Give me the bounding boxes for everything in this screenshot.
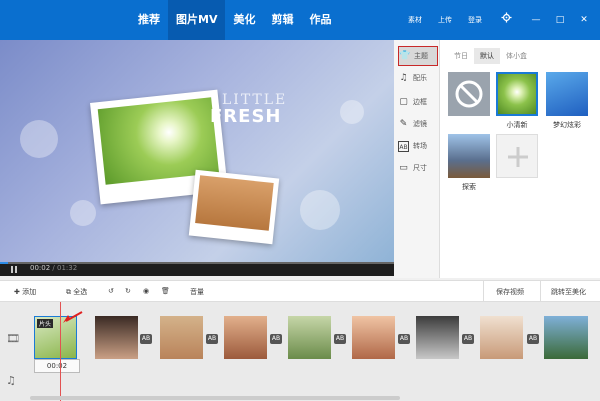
volume-button[interactable]: 音量 (190, 287, 204, 297)
total-time: / 01:32 (52, 264, 78, 272)
bokeh-light (20, 120, 58, 158)
clip-photo[interactable] (544, 316, 588, 359)
size-icon: ▭ (399, 162, 408, 173)
nav-tab-beautify[interactable]: 美化 (225, 0, 263, 40)
timeline: 🎞 ♫ AB AB AB AB AB AB AB 00:02 (0, 302, 600, 401)
intro-tag: 片头 (37, 319, 54, 328)
progress-fill (0, 262, 8, 264)
pointer-arrow-icon (63, 311, 83, 323)
bokeh-light (340, 100, 364, 124)
sidebar-item-music[interactable]: ♫ 配乐 (398, 68, 438, 88)
redo-icon[interactable]: ↻ (125, 287, 131, 295)
title-tools: 素材 上传 登录 — □ ✕ (408, 0, 600, 40)
sidebar-item-label: 主题 (414, 52, 428, 60)
theme-panel: 节日 默认 体小盒 小清新 梦幻炫彩 探索 (440, 40, 600, 278)
transition-ab-icon[interactable]: AB (527, 334, 539, 344)
theme-subtabs: 节日 默认 体小盒 (448, 48, 533, 64)
transition-ab-icon[interactable]: AB (206, 334, 218, 344)
time-display: 00:02 / 01:32 (30, 264, 77, 272)
theme-fresh-label: 小清新 (506, 121, 528, 129)
material-link[interactable]: 素材 (408, 15, 422, 25)
preview-photo-girl (188, 169, 280, 245)
clip-photo[interactable] (288, 316, 331, 359)
add-button[interactable]: ✚ 添加 (14, 287, 36, 297)
music-note-icon: ♫ (399, 72, 408, 83)
audio-track-icon[interactable]: ♫ (6, 374, 22, 388)
timeline-toolbar: ✚ 添加 ⧉ 全选 ↺ ↻ ◉ 🗑 音量 保存视频 跳转至美化 (0, 280, 600, 303)
undo-icon[interactable]: ↺ (108, 287, 114, 295)
video-preview[interactable]: LITTLE FRESH (0, 40, 394, 262)
clip-photo[interactable] (480, 316, 523, 359)
current-time: 00:02 (30, 264, 51, 272)
jump-to-beautify-button[interactable]: 跳转至美化 (540, 281, 596, 303)
maximize-button[interactable]: □ (552, 12, 568, 28)
subtab-holiday[interactable]: 节日 (448, 48, 474, 64)
select-all-button[interactable]: ⧉ 全选 (66, 287, 87, 297)
theme-dream-label: 梦幻炫彩 (553, 121, 581, 129)
nav-tab-edit[interactable]: 剪辑 (263, 0, 301, 40)
transition-icon: AB (398, 140, 409, 152)
sidebar-item-label: 转场 (413, 142, 427, 150)
filter-icon: ✎ (399, 118, 408, 129)
theme-explore-label: 探索 (462, 183, 476, 191)
sidebar-item-label: 配乐 (413, 74, 427, 82)
nav-tab-recommend[interactable]: 推荐 (130, 0, 168, 40)
transition-ab-icon[interactable]: AB (334, 334, 346, 344)
delete-icon[interactable]: 🗑 (161, 287, 170, 295)
timeline-scrollbar[interactable] (30, 396, 400, 400)
bokeh-light (70, 200, 96, 226)
clip-photo[interactable] (160, 316, 203, 359)
select-all-label: 全选 (73, 288, 88, 296)
no-theme-icon (455, 80, 483, 108)
subtab-third[interactable]: 体小盒 (500, 48, 533, 64)
sidebar-item-label: 滤镜 (413, 120, 427, 128)
subtab-default[interactable]: 默认 (474, 48, 500, 64)
sidebar-item-label: 尺寸 (413, 164, 427, 172)
theme-fresh[interactable] (496, 72, 538, 116)
girl-image (195, 175, 274, 231)
sidebar-item-theme[interactable]: 👕 主题 (398, 46, 438, 66)
sidebar-item-label: 边框 (413, 98, 427, 106)
theme-explore[interactable] (448, 134, 490, 178)
frame-icon: ▢ (399, 96, 408, 107)
overlay-text-fresh: FRESH (210, 106, 282, 127)
sidebar-item-frame[interactable]: ▢ 边框 (398, 92, 438, 112)
bokeh-light (300, 190, 340, 230)
theme-dream[interactable] (546, 72, 588, 116)
playback-bar: 00:02 / 01:32 (0, 262, 394, 276)
sidebar-item-filter[interactable]: ✎ 滤镜 (398, 114, 438, 134)
pause-icon[interactable] (11, 266, 18, 273)
feature-sidebar: 👕 主题 ♫ 配乐 ▢ 边框 ✎ 滤镜 AB 转场 ▭ 尺寸 (394, 40, 440, 278)
sidebar-item-size[interactable]: ▭ 尺寸 (398, 158, 438, 178)
clip-photo[interactable] (95, 316, 138, 359)
transition-ab-icon[interactable]: AB (462, 334, 474, 344)
upload-link[interactable]: 上传 (438, 15, 452, 25)
clip-photo[interactable] (224, 316, 267, 359)
sidebar-item-transition[interactable]: AB 转场 (398, 136, 438, 156)
clip-photo[interactable] (352, 316, 395, 359)
theme-none[interactable] (448, 72, 490, 116)
minimize-button[interactable]: — (528, 12, 544, 28)
info-icon[interactable]: ◉ (143, 287, 149, 295)
settings-gear-icon[interactable] (498, 12, 514, 28)
add-theme-button[interactable] (496, 134, 538, 178)
transition-ab-icon[interactable]: AB (140, 334, 152, 344)
login-link[interactable]: 登录 (468, 15, 482, 25)
tshirt-icon: 👕 (399, 50, 411, 61)
transition-ab-icon[interactable]: AB (398, 334, 410, 344)
transition-ab-icon[interactable]: AB (270, 334, 282, 344)
close-button[interactable]: ✕ (576, 12, 592, 28)
clip-photo[interactable] (416, 316, 459, 359)
clip-duration[interactable]: 00:02 (34, 359, 80, 373)
add-label: 添加 (22, 288, 37, 296)
nav-tab-photo-mv[interactable]: 图片MV (168, 0, 226, 40)
video-track-icon: 🎞 (6, 332, 20, 345)
playhead[interactable] (60, 302, 61, 401)
nav-tab-works[interactable]: 作品 (301, 0, 339, 40)
plus-icon (508, 147, 528, 167)
main-nav: 推荐 图片MV 美化 剪辑 作品 (130, 0, 339, 40)
save-video-button[interactable]: 保存视频 (483, 281, 536, 303)
